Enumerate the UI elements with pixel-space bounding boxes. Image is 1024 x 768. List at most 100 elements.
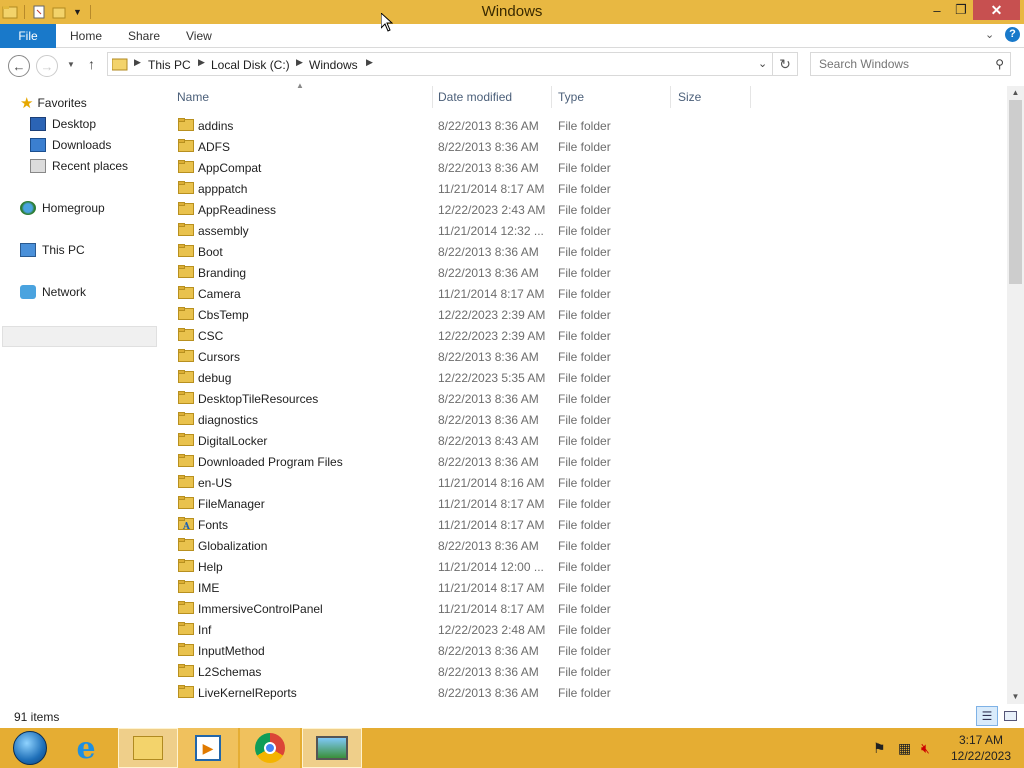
file-name[interactable]: IME <box>198 581 219 595</box>
close-button[interactable]: ✕ <box>973 0 1020 20</box>
file-row[interactable]: CSC 12/22/2023 2:39 AM File folder <box>170 325 770 346</box>
minimize-button[interactable]: – <box>926 0 948 20</box>
chevron-right-icon[interactable]: ▶ <box>134 57 141 68</box>
file-row[interactable]: diagnostics 8/22/2013 8:36 AM File folder <box>170 409 770 430</box>
file-name[interactable]: diagnostics <box>198 413 258 427</box>
file-row[interactable]: Branding 8/22/2013 8:36 AM File folder <box>170 262 770 283</box>
file-row[interactable]: IME 11/21/2014 8:17 AM File folder <box>170 577 770 598</box>
file-name[interactable]: Help <box>198 560 223 574</box>
taskbar-chrome[interactable] <box>240 728 300 768</box>
nav-homegroup[interactable]: Homegroup <box>20 198 105 218</box>
chevron-right-icon[interactable]: ▶ <box>296 57 303 68</box>
maximize-button[interactable]: ❐ <box>950 0 972 20</box>
tab-share[interactable]: Share <box>128 29 160 43</box>
file-row[interactable]: FileManager 11/21/2014 8:17 AM File folder <box>170 493 770 514</box>
file-row[interactable]: AppReadiness 12/22/2023 2:43 AM File folde… <box>170 199 770 220</box>
file-name[interactable]: Inf <box>198 623 211 637</box>
file-name[interactable]: LiveKernelReports <box>198 686 297 700</box>
file-row[interactable]: Camera 11/21/2014 8:17 AM File folder <box>170 283 770 304</box>
file-name[interactable]: DesktopTileResources <box>198 392 318 406</box>
file-row[interactable]: CbsTemp 12/22/2023 2:39 AM File folder <box>170 304 770 325</box>
file-row[interactable]: debug 12/22/2023 5:35 AM File folder <box>170 367 770 388</box>
nav-favorites[interactable]: ★ Favorites <box>20 93 87 113</box>
file-row[interactable]: Cursors 8/22/2013 8:36 AM File folder <box>170 346 770 367</box>
taskbar-photo-viewer[interactable] <box>302 728 362 768</box>
file-name[interactable]: CbsTemp <box>198 308 249 322</box>
file-row[interactable]: ImmersiveControlPanel 11/21/2014 8:17 AM F… <box>170 598 770 619</box>
column-header-type[interactable]: Type <box>558 90 584 104</box>
scroll-down-icon[interactable]: ▼ <box>1007 690 1024 704</box>
column-divider[interactable] <box>551 86 552 108</box>
column-divider[interactable] <box>670 86 671 108</box>
file-row[interactable]: Inf 12/22/2023 2:48 AM File folder <box>170 619 770 640</box>
system-clock[interactable]: 3:17 AM 12/22/2023 <box>946 732 1016 764</box>
file-name[interactable]: Camera <box>198 287 241 301</box>
file-name[interactable]: L2Schemas <box>198 665 261 679</box>
up-arrow-icon[interactable]: ↑ <box>88 56 95 72</box>
file-name[interactable]: CSC <box>198 329 223 343</box>
file-name[interactable]: ADFS <box>198 140 230 154</box>
file-name[interactable]: en-US <box>198 476 232 490</box>
breadcrumb-local-disk[interactable]: Local Disk (C:) <box>211 58 290 72</box>
column-header-size[interactable]: Size <box>678 90 701 104</box>
tab-file[interactable]: File <box>0 24 56 48</box>
nav-downloads[interactable]: Downloads <box>30 135 111 155</box>
search-icon[interactable]: ⚲ <box>995 57 1004 71</box>
file-row[interactable]: InputMethod 8/22/2013 8:36 AM File folder <box>170 640 770 661</box>
file-name[interactable]: Downloaded Program Files <box>198 455 343 469</box>
tab-home[interactable]: Home <box>70 29 102 43</box>
scroll-up-icon[interactable]: ▲ <box>1007 86 1024 100</box>
file-name[interactable]: AppReadiness <box>198 203 276 217</box>
column-divider[interactable] <box>432 86 433 108</box>
address-dropdown-icon[interactable]: ⌄ <box>758 57 767 70</box>
file-row[interactable]: L2Schemas 8/22/2013 8:36 AM File folder <box>170 661 770 682</box>
file-row[interactable]: A Fonts 11/21/2014 8:17 AM File folder <box>170 514 770 535</box>
details-view-button[interactable]: ☰ <box>976 706 998 726</box>
file-row[interactable]: en-US 11/21/2014 8:16 AM File folder <box>170 472 770 493</box>
nav-this-pc-selection[interactable] <box>2 326 157 347</box>
breadcrumb-windows[interactable]: Windows <box>309 58 358 72</box>
file-name[interactable]: apppatch <box>198 182 247 196</box>
start-button[interactable] <box>0 728 60 768</box>
network-tray-icon[interactable]: ▦ <box>898 740 911 757</box>
back-button[interactable]: ← <box>8 55 30 77</box>
file-row[interactable]: Boot 8/22/2013 8:36 AM File folder <box>170 241 770 262</box>
large-icons-view-button[interactable] <box>999 706 1021 726</box>
search-input[interactable] <box>817 56 987 72</box>
file-name[interactable]: Cursors <box>198 350 240 364</box>
file-name[interactable]: Fonts <box>198 518 228 532</box>
chevron-right-icon[interactable]: ▶ <box>198 57 205 68</box>
recent-locations-dropdown-icon[interactable]: ▼ <box>67 60 75 69</box>
file-row[interactable]: ADFS 8/22/2013 8:36 AM File folder <box>170 136 770 157</box>
nav-this-pc[interactable]: This PC <box>20 240 85 260</box>
chevron-right-icon[interactable]: ▶ <box>366 57 373 68</box>
column-divider[interactable] <box>750 86 751 108</box>
nav-desktop[interactable]: Desktop <box>30 114 96 134</box>
file-name[interactable]: debug <box>198 371 231 385</box>
file-row[interactable]: AppCompat 8/22/2013 8:36 AM File folder <box>170 157 770 178</box>
file-name[interactable]: Globalization <box>198 539 267 553</box>
file-row[interactable]: DesktopTileResources 8/22/2013 8:36 AM Fil… <box>170 388 770 409</box>
file-row[interactable]: Globalization 8/22/2013 8:36 AM File folde… <box>170 535 770 556</box>
taskbar-media-player[interactable]: ▶ <box>178 728 238 768</box>
file-name[interactable]: FileManager <box>198 497 265 511</box>
breadcrumb-this-pc[interactable]: This PC <box>148 58 191 72</box>
file-row[interactable]: assembly 11/21/2014 12:32 ... File folder <box>170 220 770 241</box>
scrollbar-thumb[interactable] <box>1009 100 1022 284</box>
volume-muted-icon[interactable]: 🔇︎ <box>921 740 930 757</box>
nav-network[interactable]: Network <box>20 282 86 302</box>
file-name[interactable]: addins <box>198 119 233 133</box>
file-name[interactable]: Boot <box>198 245 223 259</box>
file-row[interactable]: LiveKernelReports 8/22/2013 8:36 AM File f… <box>170 682 770 703</box>
file-name[interactable]: AppCompat <box>198 161 261 175</box>
file-name[interactable]: DigitalLocker <box>198 434 267 448</box>
column-header-date-modified[interactable]: Date modified <box>438 90 512 104</box>
tab-view[interactable]: View <box>186 29 212 43</box>
expand-ribbon-icon[interactable]: ⌄ <box>985 28 994 41</box>
address-bar[interactable]: ▶ This PC ▶ Local Disk (C:) ▶ Windows ▶ … <box>107 52 773 76</box>
file-row[interactable]: Help 11/21/2014 12:00 ... File folder <box>170 556 770 577</box>
refresh-button[interactable]: ↻ <box>773 52 798 76</box>
action-center-flag-icon[interactable]: ⚑ <box>873 740 886 757</box>
file-name[interactable]: assembly <box>198 224 249 238</box>
file-name[interactable]: ImmersiveControlPanel <box>198 602 323 616</box>
